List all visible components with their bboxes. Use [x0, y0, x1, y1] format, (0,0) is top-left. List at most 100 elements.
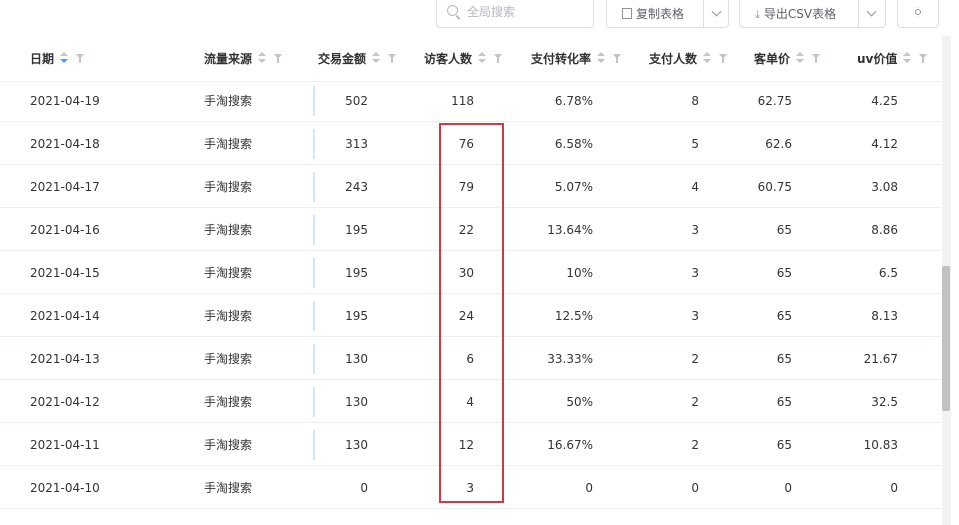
filter-icon[interactable]: [812, 54, 821, 64]
chevron-down-icon[interactable]: [866, 6, 877, 17]
cell-avg-order-value: 65: [776, 438, 792, 452]
cell-traffic-source: 手淘搜索: [204, 94, 253, 108]
cell-traffic-source: 手淘搜索: [204, 395, 253, 409]
cell-transaction-amount: 0: [360, 481, 368, 495]
filter-icon[interactable]: [919, 54, 928, 64]
sort-icon[interactable]: [597, 52, 606, 64]
cell-conversion-rate: 33.33%: [547, 352, 593, 366]
header-buyers[interactable]: 支付人数: [649, 36, 728, 81]
table-row[interactable]: 2021-04-19 手淘搜索 502 118 6.78% 8 62.75 4.…: [0, 80, 942, 122]
filter-icon[interactable]: [719, 54, 728, 64]
cell-visitors: 22: [458, 223, 474, 237]
cell-transaction-amount: 130: [345, 352, 368, 366]
amount-bar: [313, 215, 315, 245]
cell-conversion-rate: 6.58%: [554, 137, 593, 151]
copy-table-main[interactable]: 复制表格: [622, 0, 684, 27]
header-transaction-amount[interactable]: 交易金额: [318, 36, 397, 81]
cell-uv-value: 4.12: [871, 137, 898, 151]
amount-bar: [313, 430, 315, 460]
sort-icon[interactable]: [796, 52, 805, 64]
amount-bar: [313, 301, 315, 331]
cell-buyers: 3: [691, 309, 699, 323]
cell-transaction-amount: 313: [345, 137, 368, 151]
cell-conversion-rate: 5.07%: [554, 180, 593, 194]
copy-table-button[interactable]: 复制表格: [606, 0, 729, 28]
header-conversion-rate[interactable]: 支付转化率: [531, 36, 622, 81]
table-row[interactable]: 2021-04-13 手淘搜索 130 6 33.33% 2 65 21.67: [0, 338, 942, 380]
cell-uv-value: 0: [890, 481, 898, 495]
sort-icon[interactable]: [60, 52, 69, 64]
vertical-scrollbar-thumb[interactable]: [942, 266, 950, 411]
table-row[interactable]: 2021-04-15 手淘搜索 195 30 10% 3 65 6.5: [0, 252, 942, 294]
cell-traffic-source: 手淘搜索: [204, 180, 253, 194]
cell-transaction-amount: 502: [345, 94, 368, 108]
amount-bar: [313, 387, 315, 417]
export-csv-label: 导出CSV表格: [763, 7, 837, 21]
cell-visitors: 12: [458, 438, 474, 452]
table-row[interactable]: 2021-04-11 手淘搜索 130 12 16.67% 2 65 10.83: [0, 424, 942, 466]
cell-avg-order-value: 65: [776, 395, 792, 409]
cell-conversion-rate: 0: [585, 481, 593, 495]
header-label: 支付转化率: [531, 52, 592, 66]
cell-date: 2021-04-18: [30, 137, 100, 151]
table-row[interactable]: 2021-04-18 手淘搜索 313 76 6.58% 5 62.6 4.12: [0, 123, 942, 165]
cell-buyers: 3: [691, 266, 699, 280]
cell-uv-value: 21.67: [863, 352, 898, 366]
header-label: uv价值: [857, 52, 898, 66]
sort-icon[interactable]: [478, 52, 487, 64]
filter-icon[interactable]: [274, 54, 283, 64]
cell-visitors: 30: [458, 266, 474, 280]
cell-uv-value: 3.08: [871, 180, 898, 194]
cell-buyers: 8: [691, 94, 699, 108]
filter-icon[interactable]: [388, 54, 397, 64]
cell-buyers: 3: [691, 223, 699, 237]
cell-avg-order-value: 65: [776, 352, 792, 366]
cell-date: 2021-04-13: [30, 352, 100, 366]
filter-icon[interactable]: [613, 54, 622, 64]
header-date[interactable]: 日期: [30, 36, 85, 81]
filter-icon[interactable]: [76, 54, 85, 64]
header-label: 流量来源: [204, 52, 253, 66]
filter-icon[interactable]: [494, 54, 503, 64]
table-row[interactable]: 2021-04-16 手淘搜索 195 22 13.64% 3 65 8.86: [0, 209, 942, 251]
cell-date: 2021-04-12: [30, 395, 100, 409]
amount-bar: [313, 86, 315, 116]
sort-icon[interactable]: [372, 52, 381, 64]
table-row[interactable]: 2021-04-10 手淘搜索 0 3 0 0 0 0: [0, 467, 942, 509]
sort-icon[interactable]: [703, 52, 712, 64]
cell-avg-order-value: 65: [776, 223, 792, 237]
header-label: 支付人数: [649, 52, 698, 66]
header-visitors[interactable]: 访客人数: [424, 36, 503, 81]
sort-icon[interactable]: [258, 52, 267, 64]
table-toolbar: 复制表格 ⤓导出CSV表格: [0, 0, 959, 36]
table-row[interactable]: 2021-04-12 手淘搜索 130 4 50% 2 65 32.5: [0, 381, 942, 423]
export-csv-main[interactable]: ⤓ 导出CSV表格: [755, 0, 836, 27]
button-divider: [703, 0, 704, 27]
cell-visitors: 6: [466, 352, 474, 366]
amount-bar: [313, 129, 315, 159]
cell-buyers: 5: [691, 137, 699, 151]
amount-bar: [313, 172, 315, 202]
sort-icon[interactable]: [903, 52, 912, 64]
cell-conversion-rate: 13.64%: [547, 223, 593, 237]
copy-table-label: 复制表格: [636, 7, 685, 21]
chevron-down-icon[interactable]: [711, 6, 722, 17]
cell-avg-order-value: 0: [784, 481, 792, 495]
gear-icon: [913, 7, 923, 17]
search-input[interactable]: [467, 4, 587, 20]
cell-buyers: 2: [691, 438, 699, 452]
header-uv-value[interactable]: uv价值: [857, 36, 928, 81]
export-csv-button[interactable]: ⤓ 导出CSV表格: [739, 0, 886, 28]
table-row[interactable]: 2021-04-14 手淘搜索 195 24 12.5% 3 65 8.13: [0, 295, 942, 337]
cell-buyers: 4: [691, 180, 699, 194]
cell-avg-order-value: 62.6: [765, 137, 792, 151]
cell-visitors: 3: [466, 481, 474, 495]
settings-button[interactable]: [897, 0, 939, 28]
header-label: 访客人数: [424, 52, 473, 66]
table-row[interactable]: 2021-04-17 手淘搜索 243 79 5.07% 4 60.75 3.0…: [0, 166, 942, 208]
cell-transaction-amount: 195: [345, 223, 368, 237]
header-traffic-source[interactable]: 流量来源: [204, 36, 283, 81]
global-search[interactable]: [436, 0, 594, 28]
cell-uv-value: 8.86: [871, 223, 898, 237]
header-avg-order-value[interactable]: 客单价: [754, 36, 821, 81]
